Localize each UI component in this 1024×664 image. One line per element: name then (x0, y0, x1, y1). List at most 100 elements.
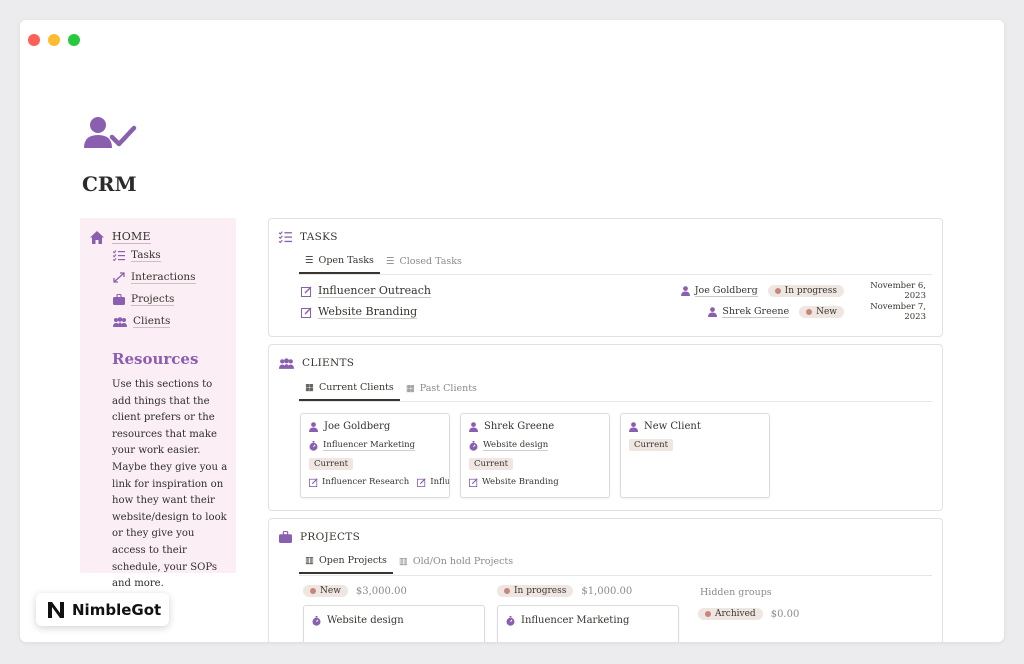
board-group-new[interactable]: New $3,000.00 (303, 585, 407, 597)
status-badge: Current (309, 458, 354, 470)
project-card[interactable]: Website design (303, 605, 485, 642)
minimize-window-button[interactable] (48, 34, 60, 46)
board-icon: ▥ (398, 556, 408, 567)
stopwatch-icon (506, 615, 515, 626)
hidden-groups-label: Hidden groups (700, 587, 772, 598)
assignee[interactable]: Joe Goldberg (680, 285, 758, 297)
brand-name: NimbleGot (72, 600, 162, 619)
tasks-panel: TASKS ☰ Open Tasks ☰ Closed Tasks Influe… (268, 218, 943, 337)
person-icon (469, 421, 478, 432)
task-date: November 7, 2023 (870, 302, 926, 322)
tab-open-projects[interactable]: ▥ Open Projects (299, 555, 393, 574)
group-icon (113, 316, 127, 327)
group-amount: $0.00 (770, 608, 800, 620)
briefcase-icon (279, 531, 292, 543)
tab-open-tasks[interactable]: ☰ Open Tasks (299, 255, 380, 274)
tab-label: Closed Tasks (399, 256, 462, 267)
assignee-name: Shrek Greene (722, 306, 790, 318)
task-date: November 6, 2023 (870, 281, 926, 301)
client-service[interactable]: Website design (469, 440, 549, 451)
sidebar-item-label: Tasks (131, 249, 161, 262)
task-meta: Shrek Greene New November 7, 2023 (708, 302, 926, 322)
projects-tabs: ▥ Open Projects ▥ Old/On hold Projects (299, 555, 519, 574)
n-logo-icon (48, 601, 64, 618)
board-group-archived[interactable]: Archived $0.00 (698, 608, 799, 620)
divider (299, 575, 932, 576)
stopwatch-icon (312, 615, 321, 626)
page-title: CRM (82, 172, 137, 196)
project-name: Influencer Marketing (506, 615, 629, 626)
clients-header: CLIENTS (279, 357, 354, 369)
linked-task[interactable]: Website Branding (469, 477, 559, 487)
tab-label: Current Clients (318, 382, 394, 393)
app-window: CRM HOME Tasks Interactions Projects Cli… (20, 20, 1004, 642)
tab-label: Open Tasks (318, 255, 374, 266)
project-name: Website design (312, 615, 404, 626)
sidebar-item-tasks[interactable]: Tasks (113, 249, 161, 262)
tab-past-clients[interactable]: ▦ Past Clients (400, 382, 483, 401)
sidebar-item-label: Clients (133, 315, 171, 328)
person-icon (309, 421, 318, 432)
status-badge: Archived (698, 608, 763, 620)
person-icon (629, 421, 638, 432)
client-card[interactable]: Shrek Greene Website design Current Webs… (460, 413, 610, 498)
group-amount: $3,000.00 (355, 585, 407, 597)
task-meta: Joe Goldberg In progress November 6, 202… (680, 281, 926, 301)
edit-icon (417, 477, 426, 487)
person-icon (680, 286, 690, 296)
tab-old-projects[interactable]: ▥ Old/On hold Projects (393, 555, 519, 574)
client-links: Website Branding (469, 477, 609, 487)
sidebar-home-link[interactable]: HOME (90, 230, 151, 244)
person-icon (708, 307, 718, 317)
clients-title: CLIENTS (302, 357, 355, 369)
zoom-window-button[interactable] (68, 34, 80, 46)
task-name[interactable]: Influencer Outreach (301, 284, 431, 298)
sidebar-item-projects[interactable]: Projects (113, 293, 175, 306)
tasks-tabs: ☰ Open Tasks ☰ Closed Tasks (299, 255, 468, 274)
status-badge: In progress (497, 585, 574, 597)
tasks-title: TASKS (300, 231, 338, 243)
linked-task[interactable]: Influencer (417, 477, 449, 487)
client-card[interactable]: New Client Current (620, 413, 770, 498)
edit-icon (309, 477, 318, 487)
sidebar-home-label: HOME (112, 230, 151, 244)
arrows-icon (113, 272, 125, 283)
gallery-icon: ▦ (405, 383, 415, 394)
task-list-icon (279, 231, 292, 243)
tab-label: Open Projects (318, 555, 387, 566)
stopwatch-icon (469, 440, 478, 451)
client-links: Influencer Research Influencer (309, 477, 449, 487)
table-row[interactable]: Influencer Outreach Joe Goldberg In prog… (301, 281, 926, 301)
sidebar-item-interactions[interactable]: Interactions (113, 271, 196, 284)
task-name[interactable]: Website Branding (301, 305, 418, 319)
assignee-name: Joe Goldberg (694, 285, 758, 297)
client-name: Shrek Greene (469, 421, 554, 432)
resources-title: Resources (112, 350, 199, 368)
tab-current-clients[interactable]: ▦ Current Clients (299, 382, 400, 401)
assignee[interactable]: Shrek Greene (708, 306, 790, 318)
task-list-icon (113, 250, 125, 261)
client-service[interactable]: Influencer Marketing (309, 440, 416, 451)
briefcase-icon (113, 294, 125, 305)
brand-logo: NimbleGot (36, 593, 169, 626)
board-group-in-progress[interactable]: In progress $1,000.00 (497, 585, 632, 597)
resources-text: Use this sections to add things that the… (112, 379, 228, 590)
close-window-button[interactable] (28, 34, 40, 46)
sidebar-item-label: Projects (131, 293, 175, 306)
sidebar-item-clients[interactable]: Clients (113, 315, 171, 328)
tab-closed-tasks[interactable]: ☰ Closed Tasks (380, 255, 468, 274)
linked-task[interactable]: Influencer Research (309, 477, 409, 487)
projects-header: PROJECTS (279, 531, 360, 543)
sidebar: HOME Tasks Interactions Projects Clients… (80, 218, 236, 589)
task-name-label: Website Branding (318, 305, 418, 319)
table-row[interactable]: Website Branding Shrek Greene New Novemb… (301, 302, 926, 322)
tab-label: Past Clients (419, 383, 477, 394)
group-amount: $1,000.00 (581, 585, 633, 597)
project-card[interactable]: Influencer Marketing (497, 605, 679, 642)
client-card[interactable]: Joe Goldberg Influencer Marketing Curren… (300, 413, 450, 498)
group-icon (279, 357, 294, 369)
task-name-label: Influencer Outreach (318, 284, 431, 298)
status-badge: Current (469, 458, 514, 470)
clients-tabs: ▦ Current Clients ▦ Past Clients (299, 382, 483, 401)
projects-panel: PROJECTS ▥ Open Projects ▥ Old/On hold P… (268, 518, 943, 642)
